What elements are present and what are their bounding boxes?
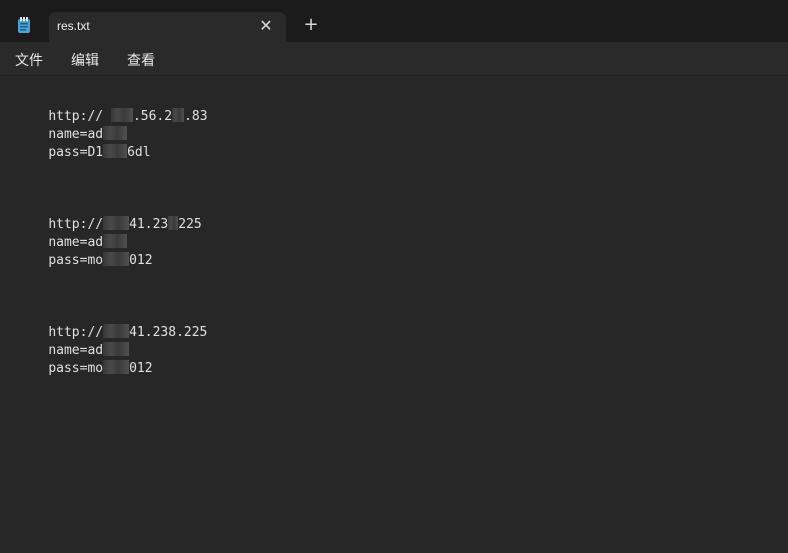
menu-view[interactable]: 查看 <box>127 50 155 70</box>
redaction-mask <box>103 252 130 266</box>
text-line: pass=D1 6dl <box>48 144 151 160</box>
text-editor[interactable]: http:// .56.2.83 name=ad pass=D1 6dl http… <box>0 76 788 553</box>
redaction-mask <box>168 216 179 230</box>
menu-edit[interactable]: 编辑 <box>71 50 99 70</box>
close-icon[interactable]: ✕ <box>258 18 274 34</box>
title-bar: res.txt ✕ + <box>0 0 788 42</box>
tab-title: res.txt <box>57 19 90 33</box>
notepad-icon <box>18 17 30 33</box>
text-line: pass=mo 012 <box>48 252 153 268</box>
menu-file[interactable]: 文件 <box>15 50 43 70</box>
redaction-mask <box>103 144 128 158</box>
redaction-mask <box>103 360 130 374</box>
new-tab-button[interactable]: + <box>303 16 319 34</box>
redaction-mask <box>172 108 185 122</box>
menu-bar: 文件 编辑 查看 <box>0 42 788 76</box>
tab-res-txt[interactable]: res.txt ✕ <box>49 12 286 42</box>
text-line: pass=mo 012 <box>48 360 153 376</box>
